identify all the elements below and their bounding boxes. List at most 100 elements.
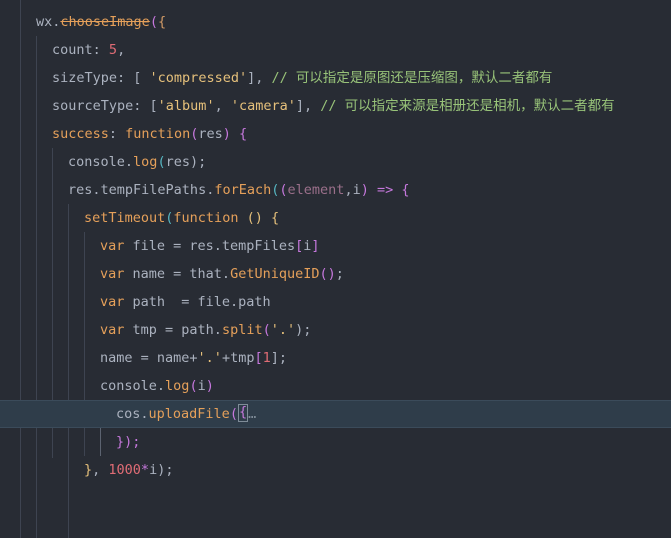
token: , — [92, 462, 109, 478]
code-line[interactable]: var path = file.path — [0, 288, 671, 316]
code-line[interactable]: var tmp = path.split('.'); — [0, 316, 671, 344]
token: [ — [295, 238, 304, 254]
token: path = file.path — [124, 294, 271, 310]
token-comment: // 可以指定是原图还是压缩图，默认二者都有 — [271, 70, 553, 86]
token: [ — [254, 350, 263, 366]
token: sourceType — [52, 98, 134, 114]
token: . — [92, 182, 101, 198]
code-line[interactable]: }); — [0, 428, 671, 456]
token: sizeType — [52, 70, 118, 86]
token: name = name+ — [100, 350, 198, 366]
token-method: uploadFile — [148, 406, 230, 422]
token: . — [124, 154, 134, 170]
token: res — [165, 154, 190, 170]
token: console — [68, 154, 125, 170]
token: { — [271, 210, 280, 226]
token: wx — [36, 14, 53, 30]
token: , — [214, 98, 231, 114]
token: ); — [295, 322, 312, 338]
token-keyword: var — [100, 322, 125, 338]
code-line[interactable]: count: 5, — [0, 36, 671, 64]
token-number: 1 — [262, 350, 271, 366]
token-keyword: var — [100, 294, 125, 310]
token-method: split — [221, 322, 263, 338]
folded-region-ellipsis-icon[interactable]: … — [248, 406, 256, 422]
token: : [ — [133, 98, 158, 114]
token: ( — [149, 14, 158, 30]
token: { — [401, 182, 410, 198]
token: ( — [189, 378, 198, 394]
token: cos — [116, 406, 141, 422]
code-line[interactable]: name = name+'.'+tmp[1]; — [0, 344, 671, 372]
token: console — [100, 378, 157, 394]
token: ); — [189, 154, 207, 170]
token: ); — [157, 462, 174, 478]
code-line[interactable]: sizeType: [ 'compressed'], // 可以指定是原图还是压… — [0, 64, 671, 92]
token: name = that. — [124, 266, 231, 282]
token: tmp = path. — [124, 322, 222, 338]
current-code-line[interactable]: cos.uploadFile({… — [0, 400, 671, 428]
token: ] — [311, 238, 320, 254]
token: () — [246, 210, 263, 226]
code-line[interactable]: sourceType: ['album', 'camera'], // 可以指定… — [0, 92, 671, 120]
token: , — [344, 182, 353, 198]
token: } — [84, 462, 93, 478]
token: file = res.tempFiles — [124, 238, 296, 254]
token: i — [149, 462, 158, 478]
code-editor[interactable]: wx.chooseImage({ count: 5, sizeType: [ '… — [0, 0, 671, 538]
token-method: log — [133, 154, 158, 170]
code-line[interactable]: console.log(res); — [0, 148, 671, 176]
code-line[interactable]: res.tempFilePaths.forEach((element,i) =>… — [0, 176, 671, 204]
token-number: 1000 — [108, 462, 141, 478]
token-param: i — [352, 182, 361, 198]
token: ( — [262, 322, 271, 338]
token: ]; — [270, 350, 287, 366]
token: ( — [279, 182, 288, 198]
token: : — [108, 126, 126, 142]
token: { — [239, 126, 248, 142]
token: ) — [205, 378, 214, 394]
token: { — [157, 14, 167, 30]
token-string: 'camera' — [230, 98, 296, 114]
token: ) — [360, 182, 369, 198]
token: * — [140, 462, 150, 478]
code-line[interactable]: }, 1000*i); — [0, 456, 671, 484]
token-keyword: function — [173, 210, 239, 226]
token: +tmp — [221, 350, 255, 366]
token-method: log — [165, 378, 190, 394]
token: }); — [116, 434, 141, 450]
code-line[interactable]: success: function(res) { — [0, 120, 671, 148]
token-keyword: var — [100, 238, 125, 254]
token: ( — [229, 406, 238, 422]
token-string: '.' — [270, 322, 296, 338]
token-string: 'album' — [157, 98, 215, 114]
token: ], — [295, 98, 321, 114]
code-line[interactable]: var file = res.tempFiles[i] — [0, 232, 671, 260]
token: tempFilePaths — [100, 182, 207, 198]
token-param: element — [287, 182, 345, 198]
code-line[interactable]: var name = that.GetUniqueID(); — [0, 260, 671, 288]
token: ) — [222, 126, 239, 142]
token-arrow: => — [368, 182, 402, 198]
token-keyword: var — [100, 266, 125, 282]
token-property: success — [52, 126, 109, 142]
token: ( — [157, 154, 166, 170]
token: . — [140, 406, 149, 422]
token: , — [117, 42, 126, 58]
code-line[interactable]: console.log(i) — [0, 372, 671, 400]
token: : [ — [117, 70, 150, 86]
token: count — [52, 42, 93, 58]
token-method: forEach — [214, 182, 272, 198]
matched-bracket: { — [237, 403, 249, 422]
token-comment: // 可以指定来源是相册还是相机，默认二者都有 — [320, 98, 615, 114]
token-keyword: function — [125, 126, 191, 142]
token: ; — [335, 266, 344, 282]
code-line[interactable]: setTimeout(function () { — [0, 204, 671, 232]
token: . — [156, 378, 166, 394]
code-line[interactable]: wx.chooseImage({ — [0, 8, 671, 36]
token: res — [68, 182, 93, 198]
token-function: setTimeout — [84, 210, 166, 226]
